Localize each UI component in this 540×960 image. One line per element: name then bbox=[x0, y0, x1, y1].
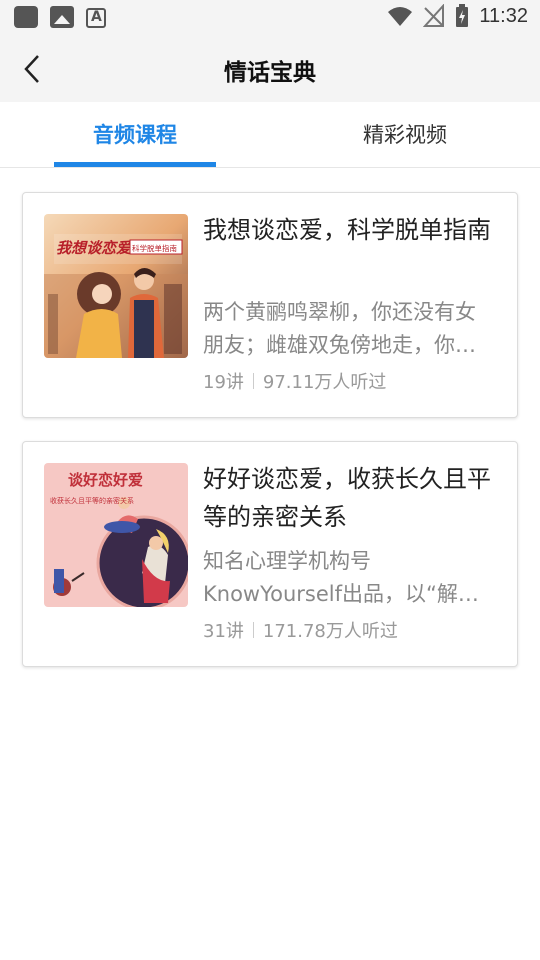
listener-count: 171.78万人听过 bbox=[262, 621, 398, 642]
meta-divider bbox=[252, 373, 254, 389]
course-cover-image: 谈好恋好爱 收获长久且平等的亲密关系 bbox=[44, 463, 188, 607]
course-card[interactable]: 我想谈恋爱 科学脱单指南 我想谈恋爱，科学脱单指南 两个黄鹂鸣翠柳，你还没有女 … bbox=[22, 192, 518, 418]
cover-title-text: 我想谈恋爱 bbox=[56, 239, 133, 257]
course-description: 两个黄鹂鸣翠柳，你还没有女 朋友；雌雄双兔傍地走，你… bbox=[203, 296, 499, 362]
lesson-count: 31讲 bbox=[203, 621, 244, 642]
cover-title-text: 谈好恋好爱 bbox=[68, 471, 143, 489]
course-title: 好好谈恋爱，收获长久且平等的亲密关系 bbox=[203, 465, 491, 531]
tab-audio-courses[interactable]: 音频课程 bbox=[0, 102, 270, 168]
tab-bar: 音频课程 精彩视频 bbox=[0, 102, 540, 168]
hand-icon bbox=[14, 6, 38, 28]
status-time: 11:32 bbox=[479, 4, 528, 27]
course-description-line: 知名心理学机构号 bbox=[203, 549, 371, 573]
tab-featured-videos[interactable]: 精彩视频 bbox=[270, 102, 540, 168]
listener-count: 97.11万人听过 bbox=[262, 372, 387, 393]
course-card[interactable]: 谈好恋好爱 收获长久且平等的亲密关系 好好谈恋爱，收获长久且平等的亲密关系 知名… bbox=[22, 441, 518, 667]
active-tab-indicator bbox=[54, 162, 216, 167]
lesson-count: 19讲 bbox=[203, 372, 244, 393]
course-cover-image: 我想谈恋爱 科学脱单指南 bbox=[44, 214, 188, 358]
no-signal-icon bbox=[423, 4, 445, 27]
battery-charging-icon bbox=[456, 4, 469, 27]
font-icon: A bbox=[86, 7, 106, 28]
course-description-line: KnowYourself出品，以“解… bbox=[203, 582, 479, 606]
cover-subtitle-text: 收获长久且平等的亲密关系 bbox=[50, 496, 134, 505]
meta-divider bbox=[252, 622, 254, 638]
status-left-icons: A bbox=[14, 6, 106, 28]
course-title: 我想谈恋爱，科学脱单指南 bbox=[203, 216, 491, 244]
course-description: 知名心理学机构号 KnowYourself出品，以“解… bbox=[203, 545, 499, 611]
status-bar: A 11:32 bbox=[0, 0, 540, 36]
app-bar: 情话宝典 bbox=[0, 36, 540, 102]
course-meta: 31讲 171.78万人听过 bbox=[203, 617, 398, 643]
wifi-icon bbox=[388, 7, 413, 26]
course-meta: 19讲 97.11万人听过 bbox=[203, 368, 386, 394]
cover-subtitle-text: 科学脱单指南 bbox=[132, 243, 177, 253]
status-right-icons: 11:32 bbox=[387, 4, 528, 28]
page-title: 情话宝典 bbox=[224, 60, 316, 86]
course-description-line: 朋友；雌雄双兔傍地走，你… bbox=[203, 333, 476, 357]
course-description-line: 两个黄鹂鸣翠柳，你还没有女 bbox=[203, 300, 476, 324]
photo-icon bbox=[50, 6, 74, 28]
